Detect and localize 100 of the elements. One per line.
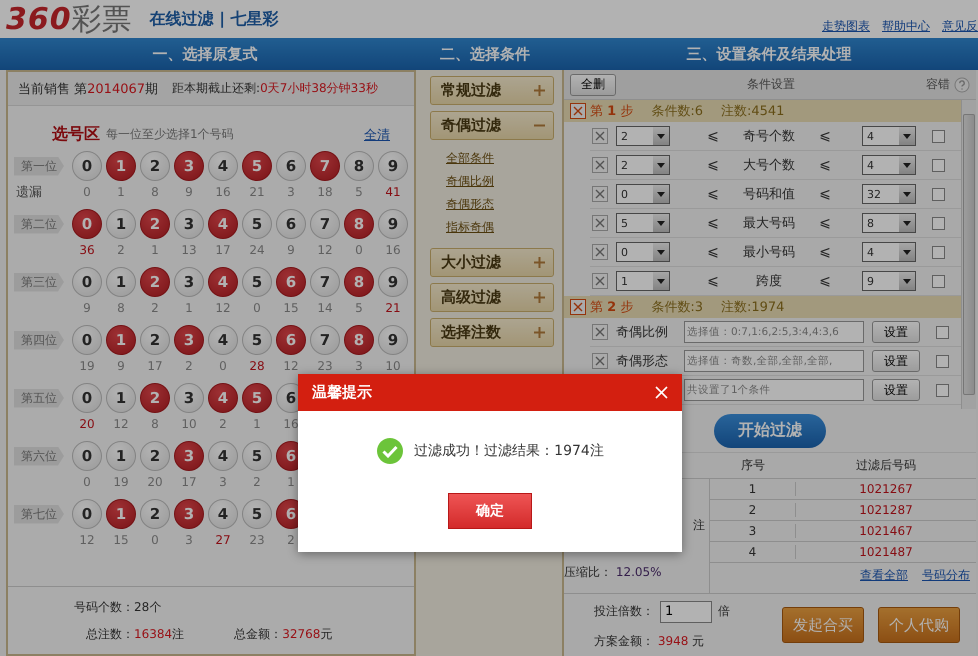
number-ball[interactable]: 8 (344, 209, 374, 239)
number-ball[interactable]: 0 (72, 325, 102, 355)
number-ball[interactable]: 2 (140, 209, 170, 239)
number-ball[interactable]: 8 (344, 325, 374, 355)
number-ball[interactable]: 9 (378, 325, 408, 355)
number-ball[interactable]: 1 (106, 151, 136, 181)
number-ball[interactable]: 3 (174, 209, 204, 239)
number-ball[interactable]: 5 (242, 325, 272, 355)
max-select[interactable]: 8 (862, 213, 916, 233)
min-select[interactable]: 0 (616, 242, 670, 262)
site-logo[interactable]: 360彩票 (6, 0, 132, 40)
filter-category[interactable]: 高级过滤 (430, 283, 554, 312)
remove-condition-button[interactable] (592, 273, 608, 289)
remove-condition-button[interactable] (592, 353, 608, 369)
remove-condition-button[interactable] (592, 157, 608, 173)
header-link[interactable]: 帮助中心 (882, 18, 930, 35)
set-button[interactable]: 设置 (872, 379, 920, 401)
tolerance-checkbox[interactable] (936, 354, 949, 368)
start-filter-button[interactable]: 开始过滤 (714, 414, 826, 448)
number-ball[interactable]: 0 (72, 441, 102, 471)
filter-link[interactable]: 指标奇偶 (446, 219, 494, 236)
number-ball[interactable]: 2 (140, 267, 170, 297)
result-link[interactable]: 号码分布 (922, 567, 970, 584)
filter-category[interactable]: 大小过滤 (430, 248, 554, 277)
number-ball[interactable]: 7 (310, 209, 340, 239)
number-ball[interactable]: 2 (140, 441, 170, 471)
max-select[interactable]: 4 (862, 242, 916, 262)
number-ball[interactable]: 4 (208, 499, 238, 529)
tolerance-checkbox[interactable] (932, 274, 945, 288)
number-ball[interactable]: 5 (242, 441, 272, 471)
number-ball[interactable]: 2 (140, 499, 170, 529)
tolerance-checkbox[interactable] (932, 216, 945, 230)
number-ball[interactable]: 2 (140, 383, 170, 413)
number-ball[interactable]: 8 (344, 151, 374, 181)
number-ball[interactable]: 4 (208, 209, 238, 239)
scrollbar[interactable] (961, 100, 976, 409)
number-ball[interactable]: 1 (106, 325, 136, 355)
tolerance-checkbox[interactable] (936, 384, 949, 396)
number-ball[interactable]: 4 (208, 325, 238, 355)
number-ball[interactable]: 7 (310, 151, 340, 181)
number-ball[interactable]: 5 (242, 151, 272, 181)
set-button[interactable]: 设置 (872, 321, 920, 343)
remove-condition-button[interactable] (592, 215, 608, 231)
number-ball[interactable]: 3 (174, 151, 204, 181)
tolerance-checkbox[interactable] (932, 188, 945, 200)
number-ball[interactable]: 1 (106, 383, 136, 413)
filter-link[interactable]: 奇偶比例 (446, 173, 494, 190)
help-icon[interactable] (954, 76, 970, 92)
number-ball[interactable]: 4 (208, 383, 238, 413)
number-ball[interactable]: 6 (276, 151, 306, 181)
number-ball[interactable]: 3 (174, 441, 204, 471)
number-ball[interactable]: 5 (242, 383, 272, 413)
number-ball[interactable]: 3 (174, 383, 204, 413)
multiple-input[interactable]: 1 (660, 600, 712, 622)
number-ball[interactable]: 1 (106, 499, 136, 529)
tolerance-checkbox[interactable] (932, 246, 945, 258)
remove-condition-button[interactable] (592, 244, 608, 260)
number-ball[interactable]: 2 (140, 325, 170, 355)
clear-all-link[interactable]: 全清 (364, 126, 390, 144)
tolerance-checkbox[interactable] (932, 158, 945, 172)
min-select[interactable]: 2 (616, 126, 670, 146)
number-ball[interactable]: 1 (106, 267, 136, 297)
result-link[interactable]: 查看全部 (860, 567, 908, 584)
tolerance-checkbox[interactable] (936, 326, 949, 338)
close-icon[interactable] (655, 386, 668, 399)
filter-link[interactable]: 奇偶形态 (446, 196, 494, 213)
min-select[interactable]: 0 (616, 184, 670, 204)
filter-category[interactable]: 常规过滤 (430, 76, 554, 105)
number-ball[interactable]: 5 (242, 499, 272, 529)
min-select[interactable]: 2 (616, 155, 670, 175)
remove-condition-button[interactable] (592, 186, 608, 202)
remove-condition-button[interactable] (592, 128, 608, 144)
max-select[interactable]: 32 (862, 184, 916, 204)
set-button[interactable]: 设置 (872, 350, 920, 372)
number-ball[interactable]: 4 (208, 267, 238, 297)
number-ball[interactable]: 7 (310, 325, 340, 355)
number-ball[interactable]: 9 (378, 209, 408, 239)
number-ball[interactable]: 0 (72, 151, 102, 181)
remove-condition-button[interactable] (592, 324, 608, 340)
min-select[interactable]: 5 (616, 213, 670, 233)
number-ball[interactable]: 5 (242, 267, 272, 297)
number-ball[interactable]: 1 (106, 209, 136, 239)
remove-step-button[interactable] (570, 299, 586, 315)
delete-all-button[interactable]: 全删 (570, 74, 616, 96)
number-ball[interactable]: 9 (378, 151, 408, 181)
number-ball[interactable]: 4 (208, 151, 238, 181)
number-ball[interactable]: 4 (208, 441, 238, 471)
number-ball[interactable]: 9 (378, 267, 408, 297)
header-link[interactable]: 意见反 (942, 18, 978, 35)
number-ball[interactable]: 6 (276, 325, 306, 355)
filter-category[interactable]: 奇偶过滤 (430, 111, 554, 140)
number-ball[interactable]: 2 (140, 151, 170, 181)
number-ball[interactable]: 8 (344, 267, 374, 297)
number-ball[interactable]: 7 (310, 267, 340, 297)
filter-category[interactable]: 选择注数 (430, 318, 554, 347)
confirm-button[interactable]: 确定 (448, 493, 532, 529)
number-ball[interactable]: 6 (276, 209, 306, 239)
number-ball[interactable]: 3 (174, 267, 204, 297)
number-ball[interactable]: 0 (72, 499, 102, 529)
number-ball[interactable]: 0 (72, 267, 102, 297)
